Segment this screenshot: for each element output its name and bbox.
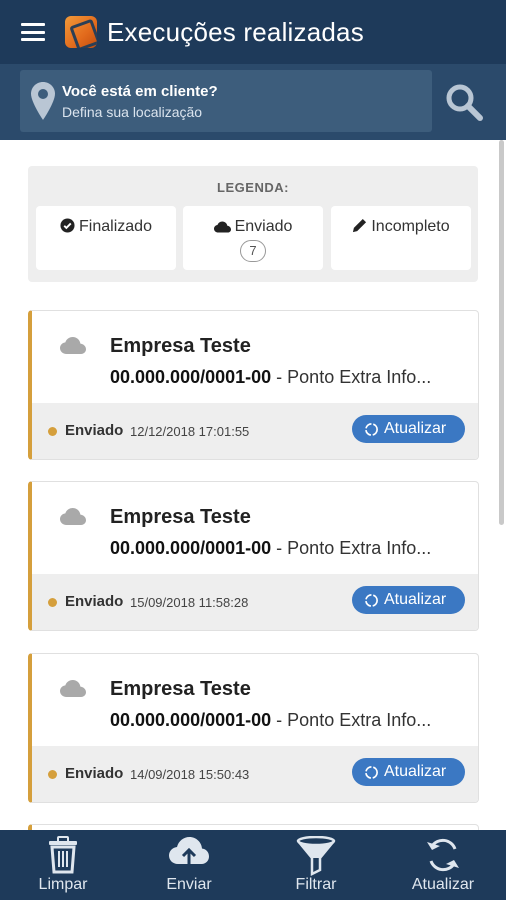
scrollbar[interactable] (499, 140, 504, 525)
card-footer: Enviado 15/09/2018 11:58:28 Atualizar (32, 574, 478, 630)
status-label: Enviado (65, 593, 124, 610)
pencil-icon (353, 218, 367, 233)
update-button-label: Atualizar (384, 591, 447, 608)
nav-label: Enviar (166, 876, 212, 893)
status-datetime: 14/09/2018 15:50:43 (130, 767, 250, 782)
legend-panel: LEGENDA: Finalizado Enviado 7 Incompleto (28, 166, 478, 282)
check-circle-icon (60, 218, 75, 233)
cloud-upload-icon (169, 837, 209, 868)
company-name: Empresa Teste (110, 678, 251, 700)
store-name: - Ponto Extra Info... (276, 538, 432, 558)
nav-label: Filtrar (295, 876, 337, 893)
status-dot (48, 770, 57, 779)
company-document: 00.000.000/0001-00 - Ponto Extra Info... (110, 538, 465, 559)
nav-atualizar[interactable]: Atualizar (380, 830, 506, 900)
legend-item-enviado: Enviado 7 (183, 206, 323, 270)
location-subtitle: Defina sua localização (62, 103, 203, 120)
legend-item-finalizado: Finalizado (36, 206, 176, 270)
cnpj: 00.000.000/0001-00 (110, 367, 272, 387)
refresh-icon (427, 838, 459, 872)
company-document: 00.000.000/0001-00 - Ponto Extra Info... (110, 367, 465, 388)
cloud-icon (213, 221, 231, 233)
bottom-nav: Limpar Enviar Filtrar Atualizar (0, 830, 506, 900)
cloud-icon (60, 508, 86, 525)
update-button-label: Atualizar (384, 420, 447, 437)
store-name: - Ponto Extra Info... (276, 710, 432, 730)
app-logo (65, 16, 97, 48)
update-button[interactable]: Atualizar (352, 415, 465, 443)
hamburger-icon[interactable] (21, 23, 45, 41)
location-selector[interactable]: Você está em cliente? Defina sua localiz… (20, 70, 432, 132)
cloud-icon (60, 337, 86, 354)
search-icon[interactable] (444, 82, 484, 122)
status-dot (48, 598, 57, 607)
update-button[interactable]: Atualizar (352, 758, 465, 786)
nav-enviar[interactable]: Enviar (126, 830, 252, 900)
nav-filtrar[interactable]: Filtrar (253, 830, 379, 900)
status-label: Enviado (65, 422, 124, 439)
company-name: Empresa Teste (110, 335, 251, 357)
page-title: Execuções realizadas (107, 16, 364, 47)
legend-item-incompleto: Incompleto (331, 206, 471, 270)
app-bar: Execuções realizadas (0, 0, 506, 64)
update-button-label: Atualizar (384, 763, 447, 780)
legend-label: Incompleto (371, 218, 450, 235)
nav-label: Limpar (38, 876, 88, 893)
legend-title: LEGENDA: (217, 180, 289, 195)
status-dot (48, 427, 57, 436)
legend-label: Finalizado (79, 218, 152, 235)
cloud-icon (60, 680, 86, 697)
card-footer: Enviado 12/12/2018 17:01:55 Atualizar (32, 403, 478, 459)
legend-label: Enviado (234, 218, 293, 235)
execution-card[interactable]: Empresa Teste 00.000.000/0001-00 - Ponto… (28, 310, 479, 460)
trash-icon (49, 836, 77, 874)
refresh-icon (365, 593, 378, 607)
filter-icon (296, 836, 336, 876)
execution-card[interactable]: Empresa Teste 00.000.000/0001-00 - Ponto… (28, 653, 479, 803)
update-button[interactable]: Atualizar (352, 586, 465, 614)
status-label: Enviado (65, 765, 124, 782)
map-pin-icon (31, 82, 55, 120)
company-name: Empresa Teste (110, 506, 251, 528)
status-datetime: 15/09/2018 11:58:28 (130, 595, 249, 610)
card-footer: Enviado 14/09/2018 15:50:43 Atualizar (32, 746, 478, 802)
execution-card[interactable]: Empresa Teste 00.000.000/0001-00 - Ponto… (28, 481, 479, 631)
location-bar: Você está em cliente? Defina sua localiz… (0, 64, 506, 140)
count-badge: 7 (240, 240, 266, 262)
refresh-icon (365, 765, 378, 779)
status-datetime: 12/12/2018 17:01:55 (130, 424, 250, 439)
executions-list[interactable]: LEGENDA: Finalizado Enviado 7 Incompleto… (0, 140, 506, 830)
store-name: - Ponto Extra Info... (276, 367, 432, 387)
company-document: 00.000.000/0001-00 - Ponto Extra Info... (110, 710, 465, 731)
location-question: Você está em cliente? (62, 82, 218, 100)
nav-limpar[interactable]: Limpar (0, 830, 126, 900)
cnpj: 00.000.000/0001-00 (110, 538, 272, 558)
nav-label: Atualizar (411, 876, 475, 893)
refresh-icon (365, 422, 378, 436)
cnpj: 00.000.000/0001-00 (110, 710, 272, 730)
